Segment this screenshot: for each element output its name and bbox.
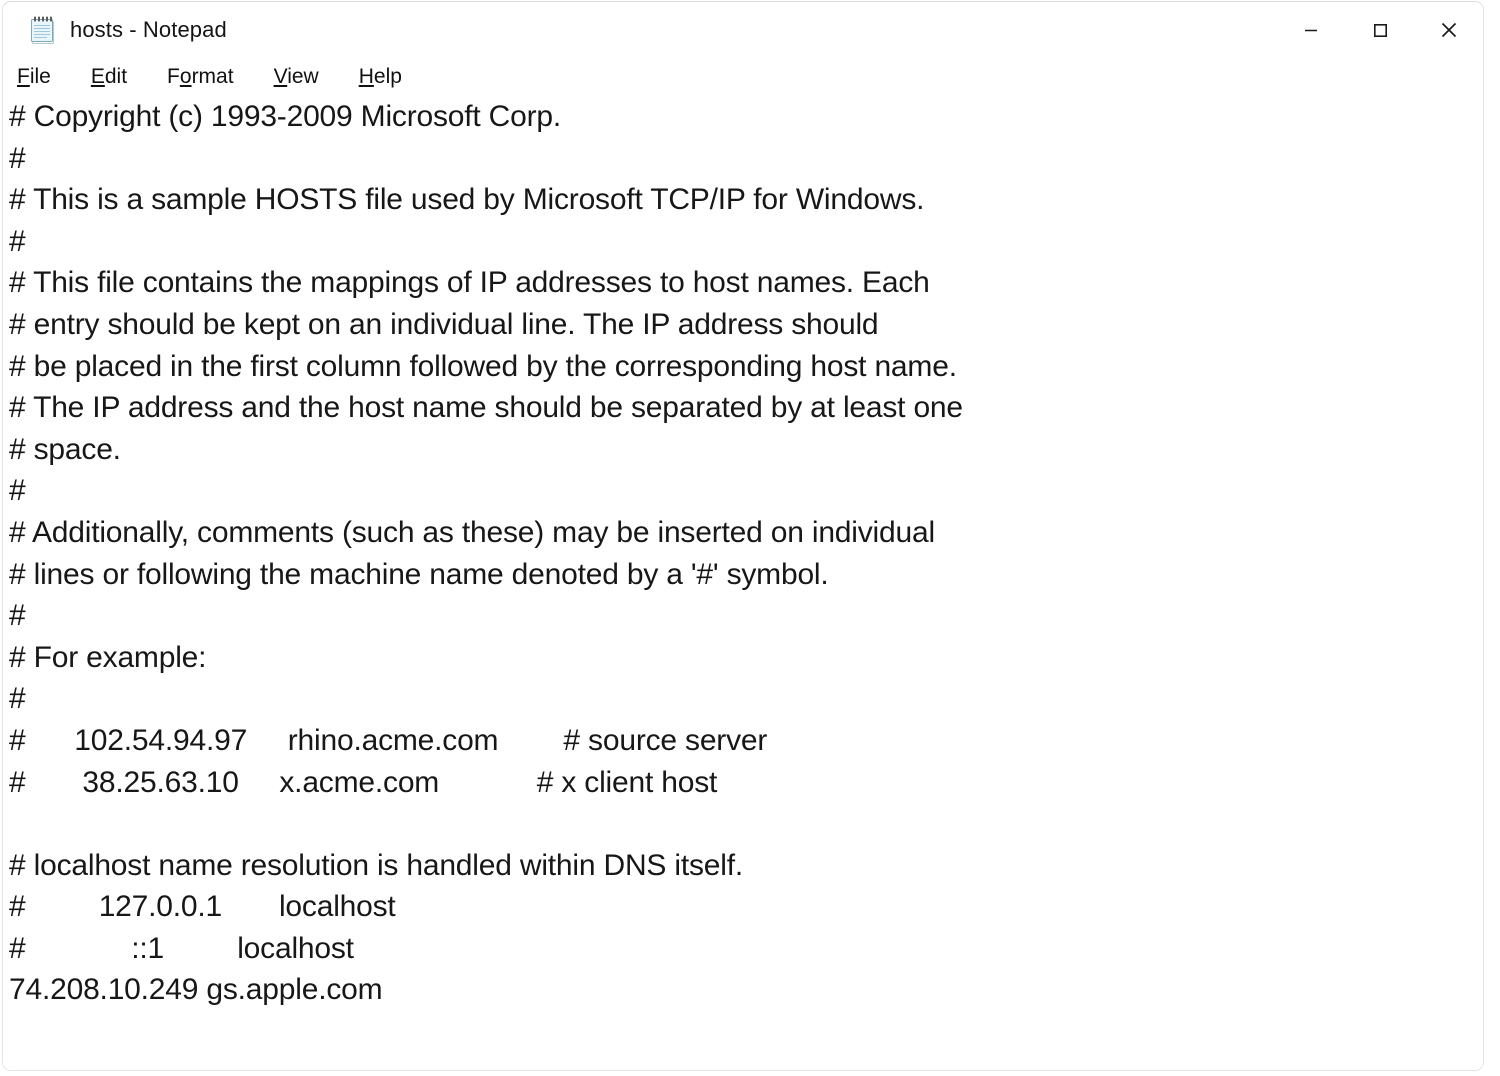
menu-item-help[interactable]: Help xyxy=(355,63,418,91)
title-bar[interactable]: hosts - Notepad xyxy=(3,2,1483,58)
menu-item-file[interactable]: File xyxy=(13,63,67,91)
document-line: # This is a sample HOSTS file used by Mi… xyxy=(9,183,925,217)
close-icon xyxy=(1438,19,1460,41)
notepad-icon xyxy=(29,16,56,45)
minimize-icon xyxy=(1301,20,1321,40)
document-line: 74.208.10.249 gs.apple.com xyxy=(9,973,383,1007)
menu-format-mnemonic: o xyxy=(179,65,192,88)
document-line: # This file contains the mappings of IP … xyxy=(9,266,930,300)
menu-help-label: elp xyxy=(373,65,402,88)
screen: hosts - Notepad File Edit Format View He… xyxy=(0,0,1500,1076)
document-line: # Additionally, comments (such as these)… xyxy=(9,515,935,549)
menu-item-format[interactable]: Format xyxy=(163,63,250,91)
menu-edit-label: dit xyxy=(104,65,128,88)
document-line: # space. xyxy=(9,432,121,466)
menu-item-edit[interactable]: Edit xyxy=(87,63,143,91)
menu-view-mnemonic: V xyxy=(273,65,288,88)
menu-bar: File Edit Format View Help xyxy=(3,58,1483,96)
maximize-button[interactable] xyxy=(1345,2,1414,58)
menu-file-label: ile xyxy=(29,65,51,88)
document-line: # localhost name resolution is handled w… xyxy=(9,848,743,882)
document-line: # xyxy=(9,682,26,716)
menu-format-prefix: F xyxy=(167,65,180,88)
document-line: # Copyright (c) 1993-2009 Microsoft Corp… xyxy=(9,100,562,133)
document-line: # xyxy=(9,599,26,633)
minimize-button[interactable] xyxy=(1276,2,1345,58)
document-line: # xyxy=(9,141,26,175)
document-line: # xyxy=(9,224,26,258)
document-line: # 38.25.63.10 x.acme.com # x client host xyxy=(9,765,718,799)
menu-file-mnemonic: F xyxy=(17,65,30,88)
document-line: # The IP address and the host name shoul… xyxy=(9,391,963,425)
menu-item-view[interactable]: View xyxy=(270,63,335,91)
window-title: hosts - Notepad xyxy=(70,17,227,42)
document-line: # 127.0.0.1 localhost xyxy=(9,890,396,924)
document-line: # ::1 localhost xyxy=(9,931,354,965)
document-line: # xyxy=(9,474,26,508)
window-controls xyxy=(1276,2,1483,58)
close-button[interactable] xyxy=(1414,2,1483,58)
document-line: # For example: xyxy=(9,640,207,674)
maximize-icon xyxy=(1370,20,1390,40)
document-line: # 102.54.94.97 rhino.acme.com # source s… xyxy=(9,723,768,757)
document-line: # lines or following the machine name de… xyxy=(9,557,829,591)
menu-format-label: rmat xyxy=(191,65,234,88)
document-line: # entry should be kept on an individual … xyxy=(9,307,879,341)
menu-help-mnemonic: H xyxy=(358,65,374,88)
document-line: # be placed in the first column followed… xyxy=(9,349,957,383)
menu-view-label: iew xyxy=(287,65,319,88)
notepad-window: hosts - Notepad File Edit Format View He… xyxy=(2,1,1484,1071)
text-editor[interactable]: # Copyright (c) 1993-2009 Microsoft Corp… xyxy=(3,96,1483,1070)
menu-edit-mnemonic: E xyxy=(90,65,105,88)
